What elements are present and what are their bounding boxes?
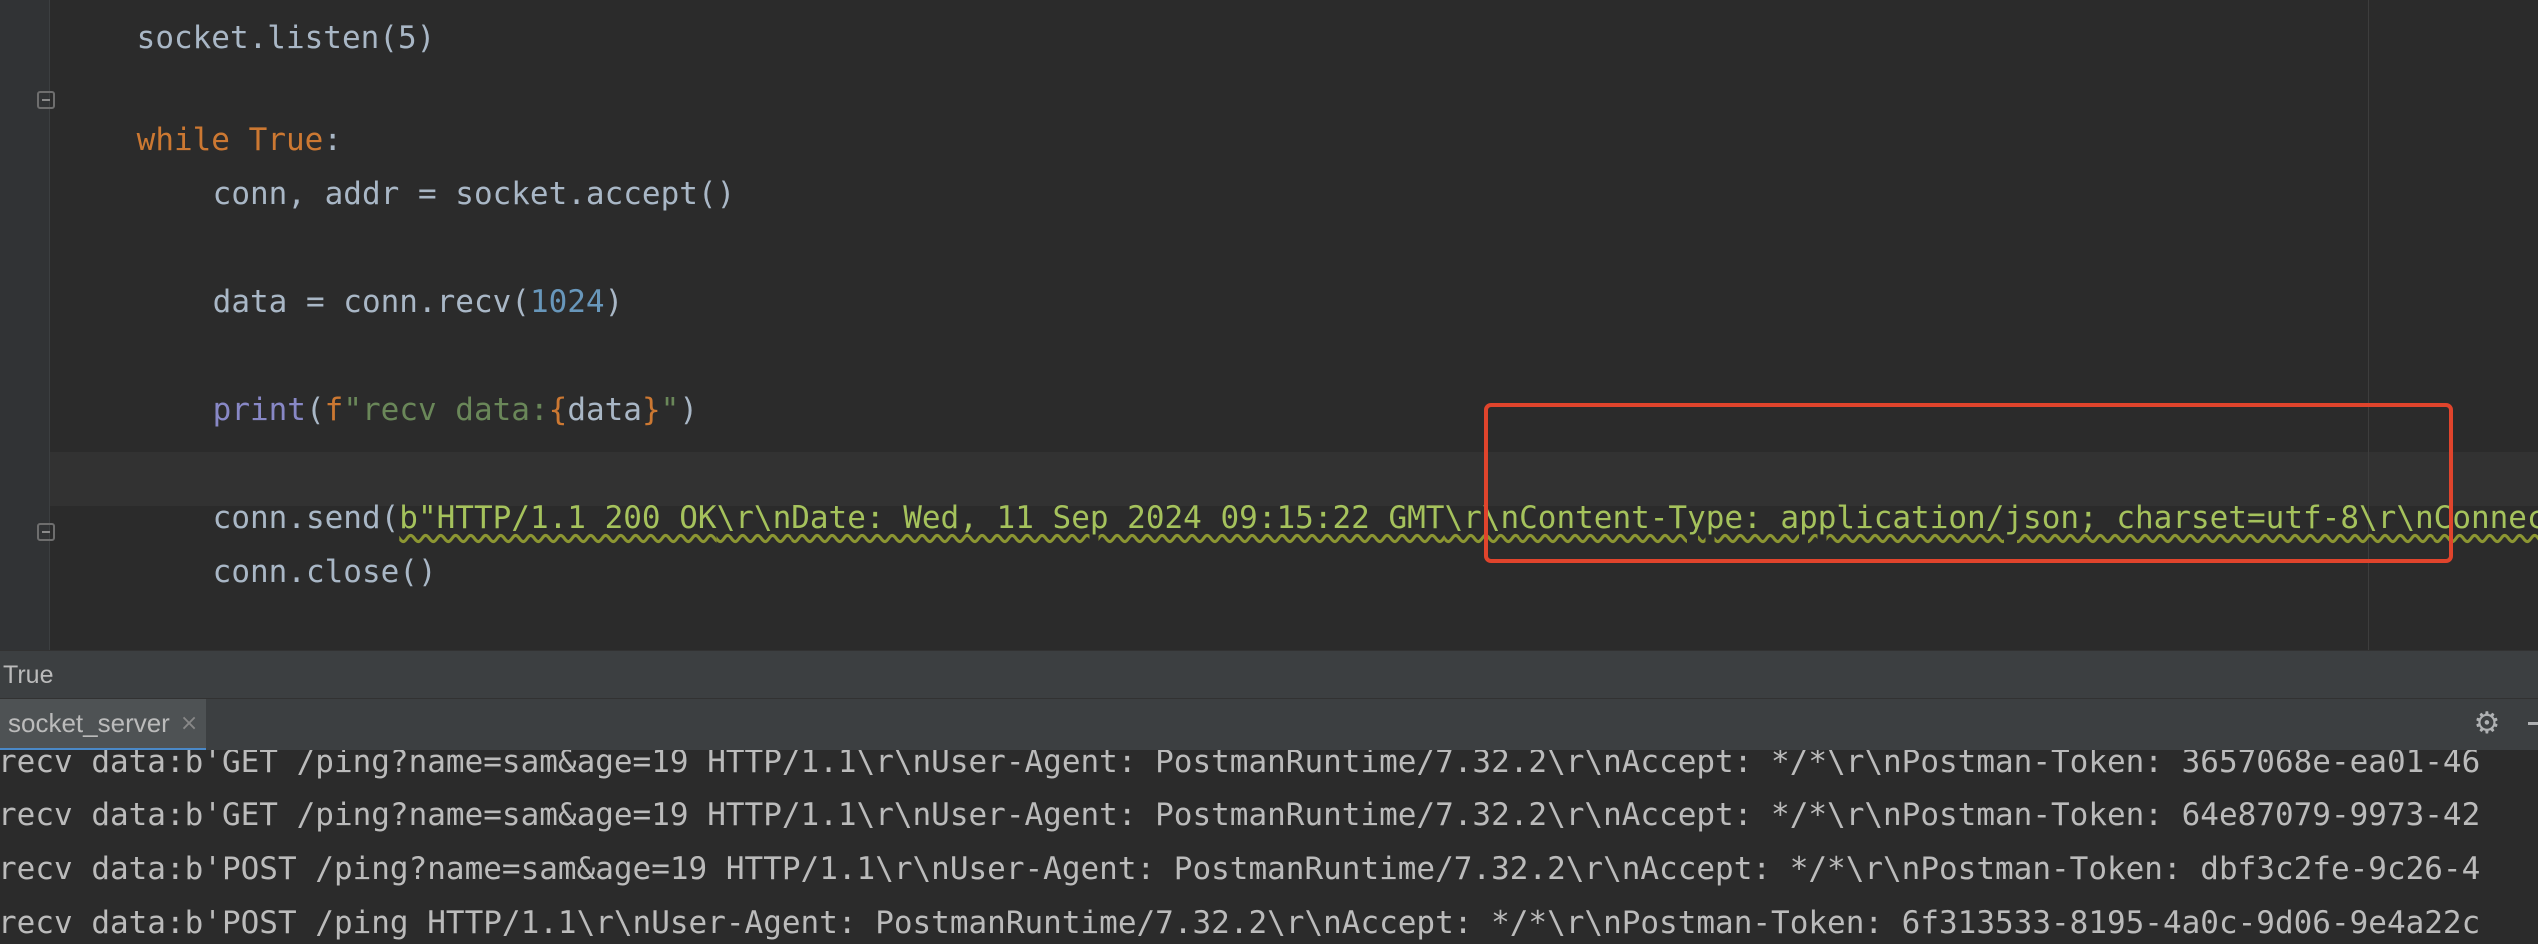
- breadcrumb-item[interactable]: True: [3, 661, 53, 690]
- code-line-accept[interactable]: conn, addr = socket.accept(): [138, 134, 736, 254]
- code-line-close[interactable]: conn.close(): [138, 512, 437, 632]
- fstring-prefix: f: [324, 392, 344, 428]
- fold-end-icon[interactable]: [37, 523, 55, 541]
- bytes-literal: b"HTTP/1.1 200 OK: [399, 500, 717, 536]
- code-text: conn, addr = socket.accept(): [212, 176, 736, 212]
- fstring-brace: {: [548, 392, 568, 428]
- code-text: ): [679, 392, 698, 428]
- string-literal: "recv data:: [343, 392, 549, 428]
- console-line: recv data:b'GET /ping?name=sam&age=19 HT…: [0, 797, 2481, 833]
- code-line-recv[interactable]: data = conn.recv(1024): [138, 242, 624, 362]
- string-literal: ": [660, 392, 680, 428]
- code-number: 1024: [529, 284, 605, 320]
- annotation-highlight-box: [1484, 403, 2453, 563]
- minimize-icon[interactable]: [2528, 722, 2538, 725]
- escape-sequence: \r\n: [716, 500, 792, 536]
- code-line-print[interactable]: print(f"recv data:{data}"): [138, 350, 698, 470]
- gear-icon[interactable]: ⚙: [2472, 709, 2502, 739]
- console-line: recv data:b'POST /ping HTTP/1.1\r\nUser-…: [0, 905, 2481, 941]
- console-line: recv data:b'GET /ping?name=sam&age=19 HT…: [0, 750, 2481, 780]
- tab-socket-server[interactable]: socket_server ×: [0, 699, 207, 751]
- builtin-print: print: [212, 392, 306, 428]
- run-tool-window-header: socket_server × ⚙: [0, 698, 2538, 751]
- code-text: (: [305, 392, 325, 428]
- code-text: conn.close(): [212, 554, 437, 590]
- fstring-brace: }: [641, 392, 661, 428]
- code-editor[interactable]: socket.listen(5) while True: conn, addr …: [0, 0, 2538, 650]
- code-text: ): [604, 284, 624, 320]
- breadcrumb: True: [0, 650, 2538, 698]
- code-text: socket.listen(5): [136, 20, 436, 56]
- run-console-output[interactable]: recv data:b'GET /ping?name=sam&age=19 HT…: [0, 750, 2538, 944]
- console-line: recv data:b'POST /ping?name=sam&age=19 H…: [0, 851, 2481, 887]
- code-text: data = conn.recv(: [212, 284, 530, 320]
- fstring-var: data: [567, 392, 642, 428]
- close-icon[interactable]: ×: [180, 711, 198, 736]
- fold-collapse-icon[interactable]: [37, 91, 55, 109]
- tab-label: socket_server: [8, 708, 170, 738]
- bytes-literal: Date: Wed, 11 Sep 2024 09:15:22 GMT: [791, 500, 1445, 536]
